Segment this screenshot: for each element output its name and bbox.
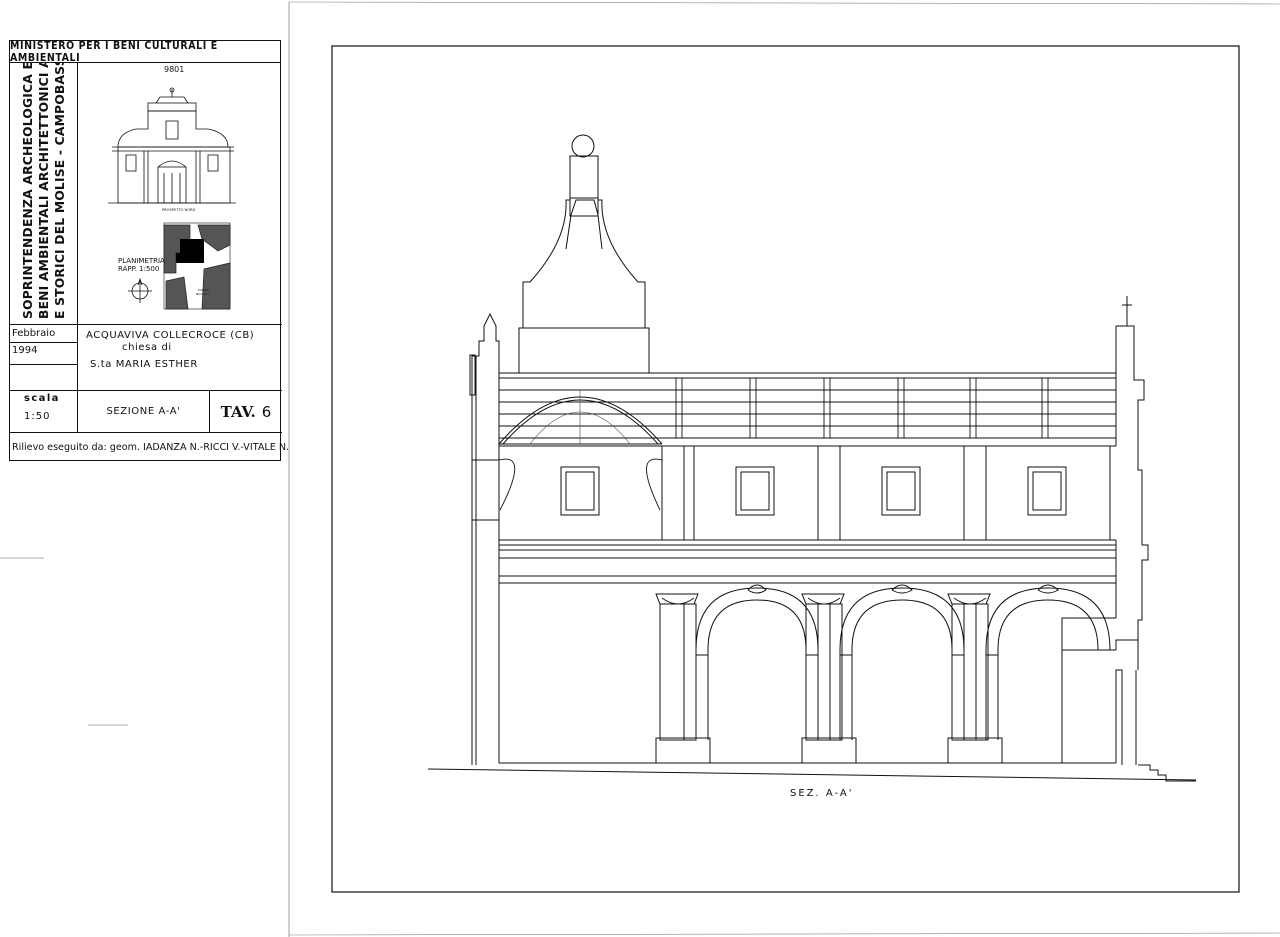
upper-wall	[499, 445, 1116, 540]
arcade	[499, 584, 1116, 764]
drawing-frame	[331, 45, 1240, 893]
pilaster	[947, 603, 1003, 764]
pilaster	[655, 603, 711, 764]
keystone-ornament	[1037, 584, 1059, 594]
keystone-ornament	[747, 584, 767, 594]
window	[735, 466, 775, 516]
dome-intrados	[498, 390, 663, 511]
window	[881, 466, 921, 516]
entablature	[499, 539, 1117, 618]
section-drawing	[0, 1, 1280, 937]
drawing-sheet: MINISTERO PER I BENI CULTURALI E AMBIENT…	[0, 0, 1280, 937]
roof-section	[499, 372, 1117, 447]
section-caption: SEZ. A-A'	[790, 788, 854, 799]
window	[560, 466, 600, 516]
right-wall	[1061, 296, 1149, 765]
cupola-exterior	[518, 134, 650, 373]
pilaster	[801, 603, 857, 764]
ground-line	[427, 768, 1197, 781]
left-wall	[469, 312, 500, 765]
window	[1027, 466, 1067, 516]
keystone-ornament	[891, 584, 913, 594]
steps	[1138, 764, 1196, 782]
